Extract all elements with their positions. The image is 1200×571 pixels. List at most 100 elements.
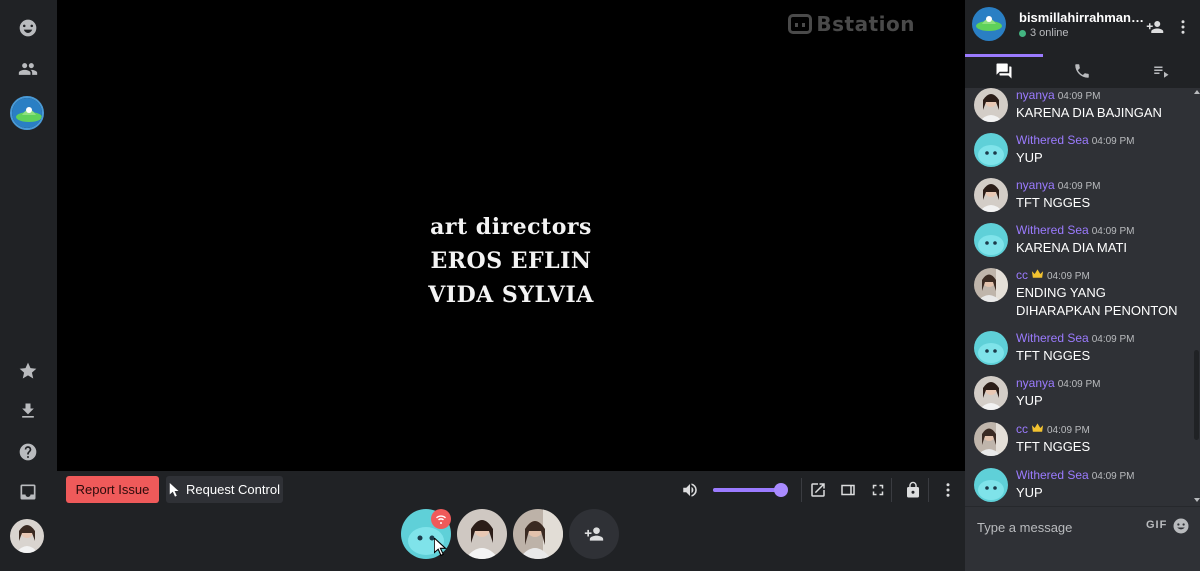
participant-avatar[interactable] — [513, 509, 563, 559]
left-rail — [0, 0, 57, 571]
message-author[interactable]: cc — [1016, 268, 1028, 282]
invite-user-button[interactable] — [569, 509, 619, 559]
message-text: KARENA DIA MATI — [1016, 240, 1128, 255]
message-timestamp: 04:09 PM — [1091, 226, 1135, 237]
message-text: TFT NGGES — [1016, 195, 1091, 210]
crown-icon — [1031, 423, 1044, 432]
credit-line: EROS EFLIN — [430, 248, 592, 274]
download-icon[interactable] — [8, 391, 48, 431]
message-meta: cc 04:09 PM — [1016, 422, 1090, 436]
online-dot-icon — [1019, 29, 1026, 37]
message-author[interactable]: Withered Sea — [1016, 223, 1089, 237]
message-text: KARENA DIA BAJINGAN — [1016, 105, 1162, 120]
tab-chat[interactable] — [965, 54, 1044, 88]
report-issue-button[interactable]: Report Issue — [66, 476, 159, 503]
request-control-button[interactable]: Request Control — [166, 476, 283, 503]
bstation-logo-icon — [788, 14, 813, 34]
room-avatar[interactable] — [972, 7, 1006, 41]
message-author[interactable]: nyanya — [1016, 178, 1055, 192]
volume-icon[interactable] — [680, 480, 700, 500]
message-author[interactable]: nyanya — [1016, 376, 1055, 390]
chat-header: bismillahirrahmanirr... 3 online — [965, 0, 1200, 54]
add-person-icon — [584, 527, 604, 541]
message-author[interactable]: Withered Sea — [1016, 133, 1089, 147]
more-options-icon[interactable] — [938, 480, 958, 500]
message-author[interactable]: Withered Sea — [1016, 468, 1089, 482]
message-author[interactable]: nyanya — [1016, 88, 1055, 102]
message-text: YUP — [1016, 485, 1043, 500]
crown-icon — [1031, 269, 1044, 278]
chat-footer — [965, 548, 1200, 571]
message-avatar[interactable] — [974, 88, 1008, 122]
message-timestamp: 04:09 PM — [1047, 271, 1090, 282]
volume-slider[interactable] — [713, 483, 788, 497]
message-avatar[interactable] — [974, 376, 1008, 410]
message-author[interactable]: Withered Sea — [1016, 331, 1089, 345]
gif-button[interactable]: GIF — [1146, 519, 1167, 531]
message-text: YUP — [1016, 150, 1043, 165]
message-text: ENDING YANG DIHARAPKAN PENONTON — [1016, 285, 1178, 318]
message-text: TFT NGGES — [1016, 439, 1091, 454]
message-meta: cc 04:09 PM — [1016, 268, 1090, 282]
add-member-icon[interactable] — [1145, 17, 1165, 37]
chat-scrollbar[interactable] — [1193, 88, 1200, 506]
app-logo-icon[interactable] — [8, 8, 48, 48]
message-avatar[interactable] — [974, 422, 1008, 456]
friends-icon[interactable] — [8, 49, 48, 89]
participant-avatar[interactable] — [457, 509, 507, 559]
video-player[interactable]: Bstation art directors EROS EFLIN VIDA S… — [57, 0, 965, 471]
message-meta: nyanya 04:09 PM — [1016, 88, 1101, 102]
message-avatar[interactable] — [974, 178, 1008, 212]
volume-fill — [713, 488, 781, 492]
credit-line: art directors — [430, 214, 592, 240]
chat-menu-icon[interactable] — [1173, 17, 1193, 37]
credit-line: VIDA SYLVIA — [428, 282, 594, 308]
message-text: YUP — [1016, 393, 1043, 408]
scroll-up-icon[interactable] — [1194, 90, 1200, 94]
message-avatar[interactable] — [974, 331, 1008, 365]
control-divider — [801, 478, 802, 502]
emoji-icon[interactable] — [1172, 517, 1190, 535]
message-meta: Withered Sea 04:09 PM — [1016, 468, 1135, 482]
user-profile-avatar[interactable] — [10, 519, 44, 553]
help-icon[interactable] — [8, 432, 48, 472]
message-author[interactable]: cc — [1016, 422, 1028, 436]
chat-tabs — [965, 54, 1200, 88]
video-credits: art directors EROS EFLIN VIDA SYLVIA — [57, 210, 965, 312]
tab-playlist[interactable] — [1122, 54, 1200, 88]
popout-icon[interactable] — [808, 480, 828, 500]
message-avatar[interactable] — [974, 268, 1008, 302]
player-controls: Report Issue Request Control — [57, 471, 965, 571]
message-avatar[interactable] — [974, 468, 1008, 502]
message-meta: Withered Sea 04:09 PM — [1016, 331, 1135, 345]
app-window: Bstation art directors EROS EFLIN VIDA S… — [0, 0, 1200, 571]
chat-panel: bismillahirrahmanirr... 3 online nyanya … — [965, 0, 1200, 571]
message-timestamp: 04:09 PM — [1091, 471, 1135, 482]
tab-call[interactable] — [1043, 54, 1121, 88]
message-avatar[interactable] — [974, 133, 1008, 167]
favorites-star-icon[interactable] — [8, 351, 48, 391]
main-stage: Bstation art directors EROS EFLIN VIDA S… — [57, 0, 965, 571]
bstation-watermark: Bstation — [788, 12, 915, 36]
message-text: TFT NGGES — [1016, 348, 1091, 363]
playlist-icon — [1154, 66, 1169, 78]
online-status: 3 online — [1019, 27, 1069, 39]
participant-avatar[interactable] — [401, 509, 451, 559]
remote-cursor-icon — [434, 538, 447, 556]
message-input[interactable] — [977, 520, 1127, 535]
message-timestamp: 04:09 PM — [1091, 334, 1135, 345]
message-timestamp: 04:09 PM — [1057, 181, 1101, 192]
message-avatar[interactable] — [974, 223, 1008, 257]
scroll-down-icon[interactable] — [1194, 498, 1200, 502]
scroll-thumb[interactable] — [1194, 350, 1199, 440]
inbox-icon[interactable] — [8, 472, 48, 512]
room-server-avatar[interactable] — [10, 96, 44, 130]
message-meta: nyanya 04:09 PM — [1016, 376, 1101, 390]
lock-icon[interactable] — [903, 480, 923, 500]
control-divider — [928, 478, 929, 502]
theater-mode-icon[interactable] — [838, 480, 858, 500]
cursor-icon — [169, 482, 179, 497]
message-list: nyanya 04:09 PM KARENA DIA BAJINGAN Withere… — [965, 88, 1193, 506]
volume-knob[interactable] — [774, 483, 788, 497]
fullscreen-icon[interactable] — [868, 480, 888, 500]
